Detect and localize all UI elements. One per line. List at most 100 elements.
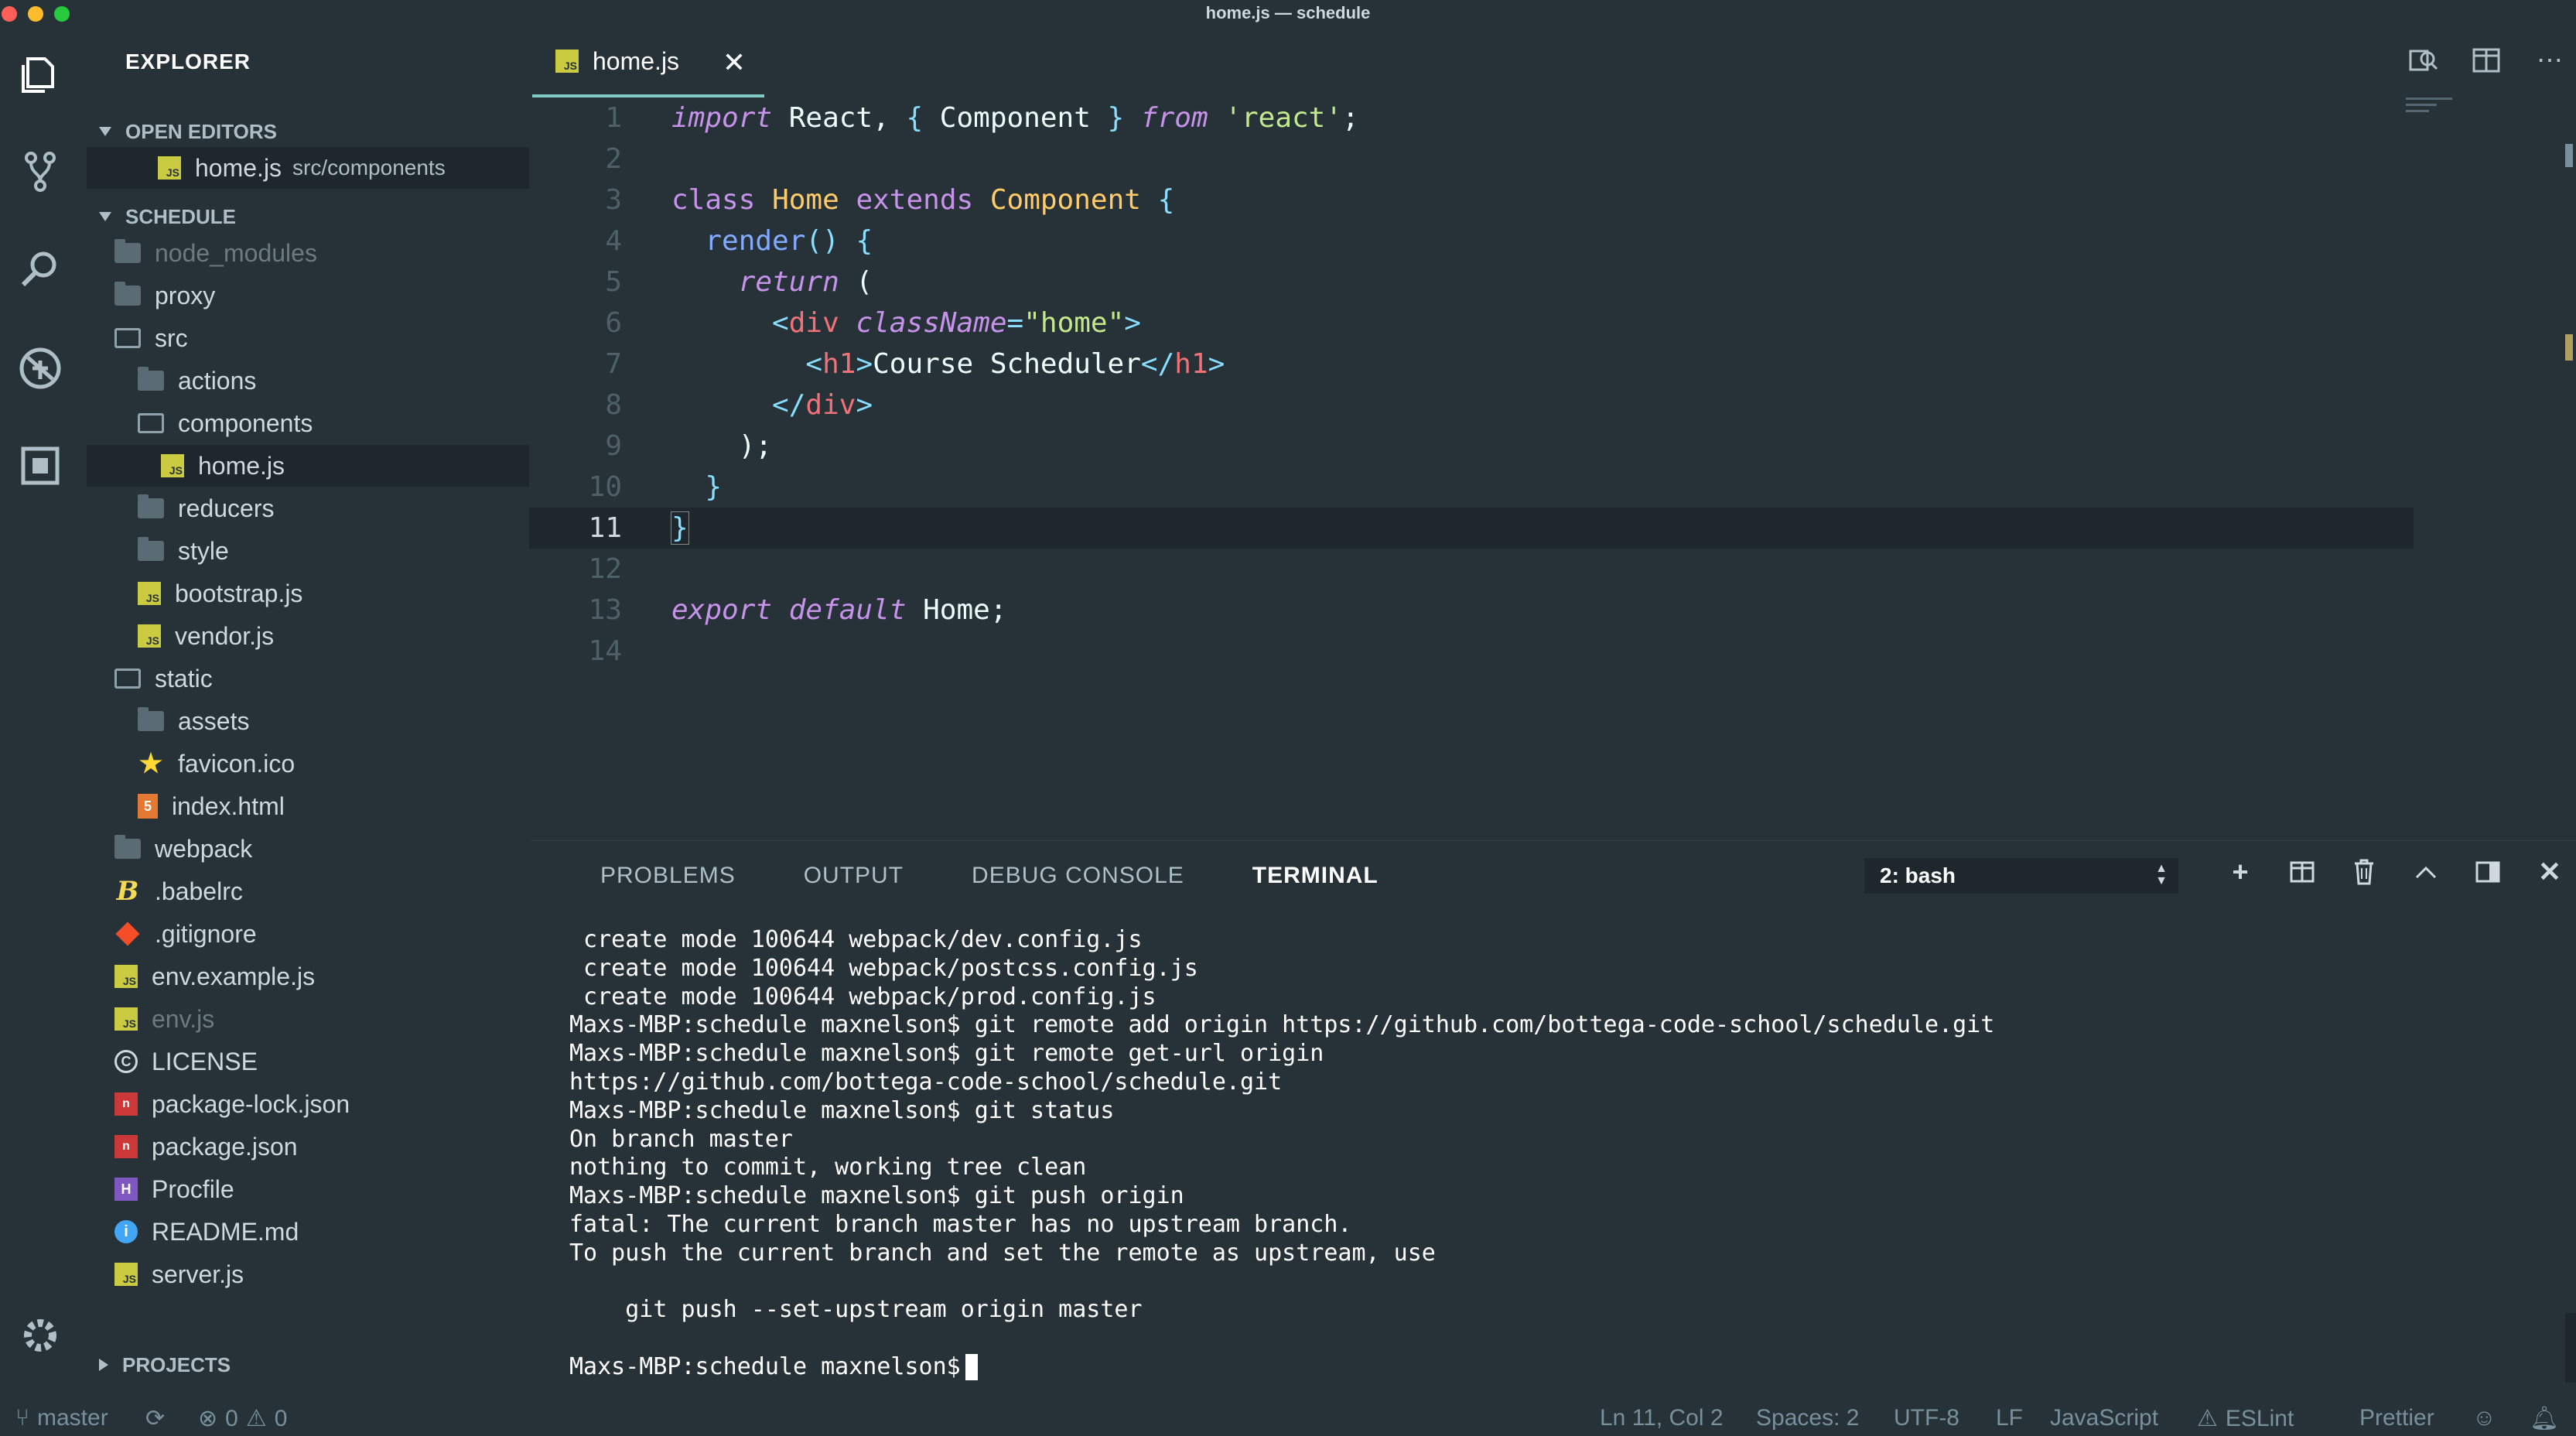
npm-icon: n: [114, 1135, 138, 1158]
git-branch-icon: ⑂: [15, 1405, 29, 1431]
schedule-header[interactable]: SCHEDULE: [99, 201, 236, 232]
terminal-scrollbar[interactable]: [2565, 1313, 2576, 1383]
tab-debug-console[interactable]: DEBUG CONSOLE: [972, 863, 1184, 889]
tree-item-index-html[interactable]: 5 index.html: [87, 785, 529, 827]
explorer-sidebar: EXPLORER OPEN EDITORS JS home.js src/com…: [80, 28, 529, 1400]
js-file-icon: JS: [114, 1007, 138, 1031]
source-control-icon[interactable]: [17, 149, 63, 195]
code-line-current: 11 }: [529, 508, 2414, 549]
projects-header[interactable]: PROJECTS: [99, 1349, 231, 1380]
tree-item-babelrc[interactable]: B .babelrc: [87, 870, 529, 912]
open-editor-item[interactable]: JS home.js src/components: [87, 147, 529, 189]
tree-item-env-js[interactable]: JS env.js: [87, 998, 529, 1040]
terminal-line: Maxs-MBP:schedule maxnelson$ git remote …: [569, 1040, 1324, 1068]
split-terminal-icon[interactable]: [2290, 855, 2315, 889]
tree-item-style[interactable]: style: [87, 530, 529, 572]
open-editors-header[interactable]: OPEN EDITORS: [99, 116, 277, 147]
open-changes-icon[interactable]: [2407, 45, 2438, 76]
prettier-status[interactable]: Prettier: [2359, 1405, 2434, 1431]
terminal-output[interactable]: create mode 100644 webpack/dev.config.js…: [569, 926, 2550, 1382]
title-bar: home.js — schedule: [0, 0, 2576, 28]
close-tab-icon[interactable]: ✕: [723, 46, 746, 79]
warning-icon: ⚠: [2197, 1406, 2218, 1431]
tree-item-actions[interactable]: actions: [87, 360, 529, 402]
panel-actions: + ✕: [2228, 855, 2562, 889]
minimap[interactable]: [2406, 97, 2460, 144]
tab-terminal[interactable]: TERMINAL: [1252, 863, 1379, 889]
notifications-bell-icon[interactable]: 🔔︎: [2530, 1405, 2559, 1432]
npm-icon: n: [114, 1092, 138, 1116]
indentation[interactable]: Spaces: 2: [1756, 1405, 1859, 1431]
settings-gear-icon[interactable]: [17, 1312, 63, 1359]
js-file-icon: JS: [161, 454, 184, 477]
tree-item-favicon[interactable]: ★ favicon.ico: [87, 743, 529, 785]
folder-icon: [138, 367, 164, 391]
tree-item-home-js[interactable]: JS home.js: [87, 445, 529, 487]
info-icon: i: [114, 1220, 138, 1243]
terminal-prompt: Maxs-MBP:schedule maxnelson$: [569, 1352, 961, 1380]
maximize-panel-icon[interactable]: [2414, 855, 2438, 889]
sync-icon[interactable]: ⟳: [145, 1405, 165, 1432]
language-mode[interactable]: JavaScript: [2050, 1405, 2158, 1431]
branch-indicator[interactable]: ⑂ master: [15, 1405, 108, 1431]
problems-indicator[interactable]: ⊗ 0 ⚠ 0: [198, 1405, 287, 1432]
tree-item-assets[interactable]: assets: [87, 700, 529, 742]
tree-item-env-example-js[interactable]: JS env.example.js: [87, 956, 529, 997]
tree-item-components[interactable]: components: [87, 402, 529, 444]
tree-item-webpack[interactable]: webpack: [87, 828, 529, 870]
new-terminal-icon[interactable]: +: [2228, 855, 2253, 889]
code-line: 5 return (: [605, 266, 873, 298]
files-icon[interactable]: [17, 51, 63, 97]
tree-item-static[interactable]: static: [87, 658, 529, 699]
tree-item-proxy[interactable]: proxy: [87, 275, 529, 316]
tab-problems[interactable]: PROBLEMS: [600, 863, 736, 889]
status-bar: ⑂ master ⟳ ⊗ 0 ⚠ 0 Ln 11, Col 2 Spaces: …: [0, 1400, 2576, 1436]
tree-item-package-json[interactable]: n package.json: [87, 1126, 529, 1168]
eslint-status[interactable]: ⚠ ESLint: [2197, 1405, 2294, 1432]
close-panel-icon[interactable]: ✕: [2537, 855, 2562, 889]
cursor-position[interactable]: Ln 11, Col 2: [1600, 1405, 1724, 1431]
debug-icon[interactable]: [17, 345, 63, 391]
tab-output[interactable]: OUTPUT: [804, 863, 904, 889]
git-icon: [115, 921, 140, 946]
js-file-icon: JS: [138, 624, 161, 648]
js-file-icon: JS: [114, 1263, 138, 1286]
terminal-select[interactable]: 2: bash ▲ ▼: [1864, 858, 2178, 894]
overview-ruler-mark: [2565, 334, 2573, 361]
terminal-line: nothing to commit, working tree clean: [569, 1154, 1087, 1181]
split-editor-icon[interactable]: [2471, 45, 2502, 76]
search-icon[interactable]: [17, 246, 63, 292]
panel-tabs: PROBLEMS OUTPUT DEBUG CONSOLE TERMINAL: [600, 863, 1379, 889]
window-title: home.js — schedule: [1205, 3, 1371, 22]
more-actions-icon[interactable]: ⋯: [2534, 45, 2565, 76]
tree-item-package-lock[interactable]: n package-lock.json: [87, 1083, 529, 1125]
tree-item-node-modules[interactable]: node_modules: [87, 232, 529, 274]
tree-item-reducers[interactable]: reducers: [87, 487, 529, 529]
extensions-icon[interactable]: [17, 443, 63, 489]
code-line: 14: [588, 635, 622, 667]
tree-item-gitignore[interactable]: .gitignore: [87, 913, 529, 955]
bottom-panel: PROBLEMS OUTPUT DEBUG CONSOLE TERMINAL 2…: [529, 840, 2576, 1400]
tree-item-bootstrap-js[interactable]: JS bootstrap.js: [87, 573, 529, 614]
tree-item-vendor-js[interactable]: JS vendor.js: [87, 615, 529, 657]
trash-icon[interactable]: [2352, 855, 2376, 889]
toggle-panel-position-icon[interactable]: [2475, 855, 2500, 889]
tree-item-license[interactable]: C LICENSE: [87, 1041, 529, 1082]
feedback-smiley-icon[interactable]: ☺: [2472, 1405, 2496, 1431]
tree-item-procfile[interactable]: H Procfile: [87, 1168, 529, 1210]
encoding[interactable]: UTF-8: [1894, 1405, 1959, 1431]
tree-item-readme[interactable]: i README.md: [87, 1211, 529, 1253]
babel-icon: B: [116, 876, 139, 907]
tree-item-server-js[interactable]: JS server.js: [87, 1253, 529, 1295]
explorer-title: EXPLORER: [125, 50, 251, 74]
terminal-line: On branch master: [569, 1125, 793, 1153]
terminal-line: git push --set-upstream origin master: [569, 1296, 1143, 1324]
terminal-prompt-line[interactable]: Maxs-MBP:schedule maxnelson$: [569, 1353, 2550, 1382]
editor-tab-bar: JS home.js ✕ ⋯: [529, 28, 2576, 97]
tab-home-js[interactable]: JS home.js ✕: [532, 28, 764, 97]
end-of-line[interactable]: LF: [1996, 1405, 2023, 1431]
code-line: 3 class Home extends Component {: [605, 184, 1175, 216]
tree-item-src[interactable]: src: [87, 317, 529, 359]
code-editor[interactable]: 1 import React, { Component } from 'reac…: [529, 97, 2576, 840]
